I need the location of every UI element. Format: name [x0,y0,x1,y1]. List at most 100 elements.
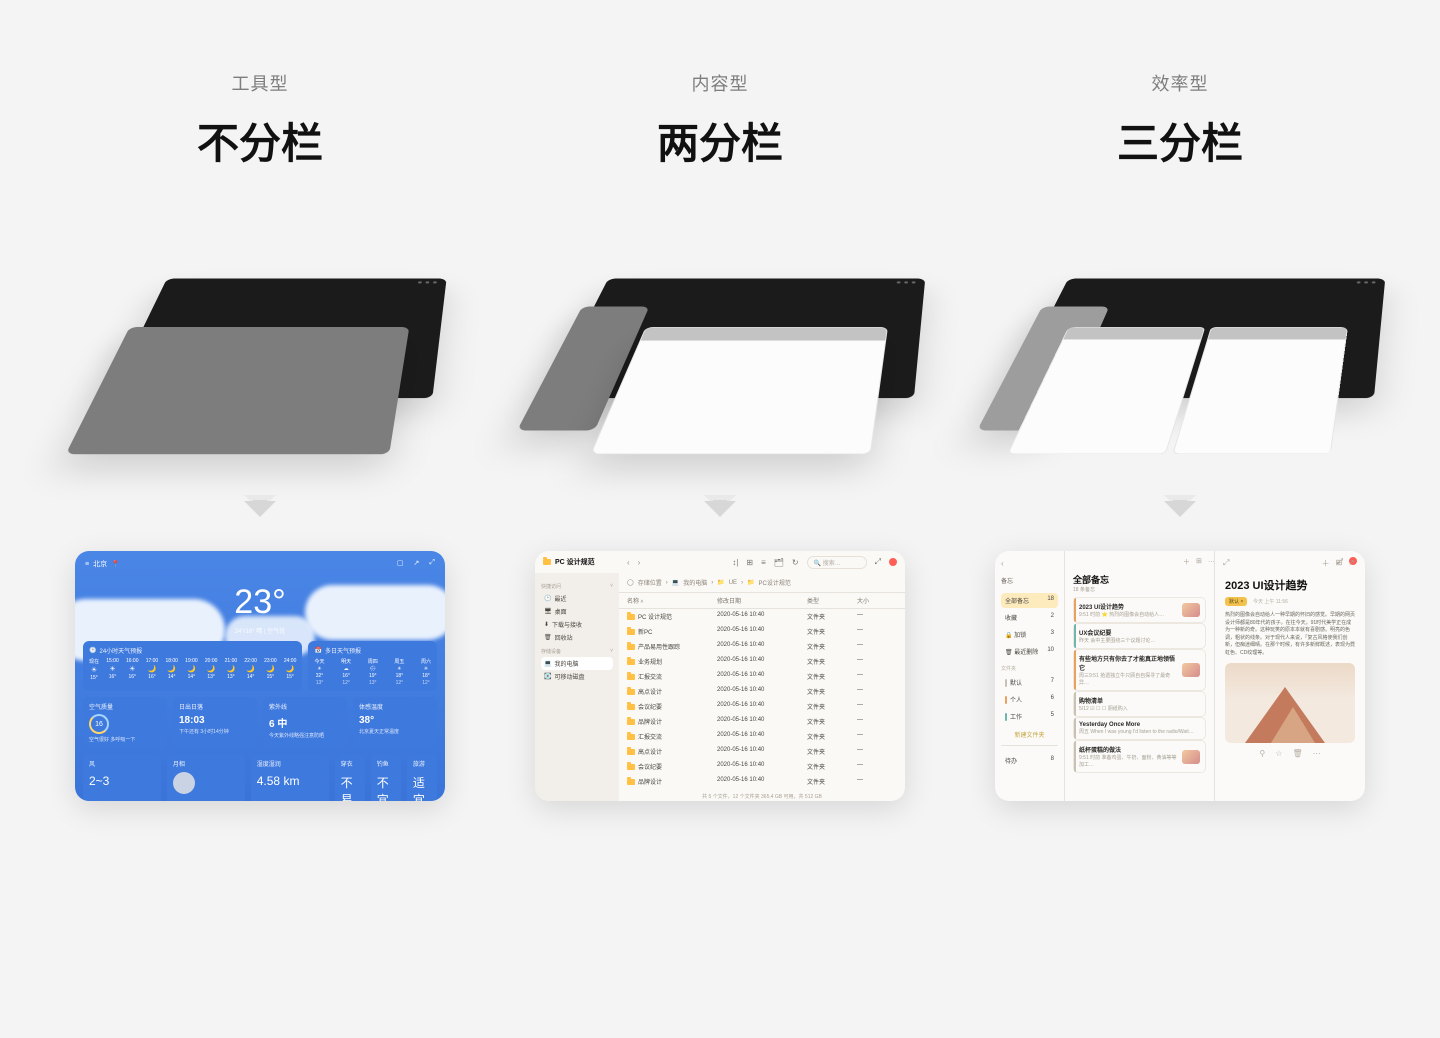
list-view-icon[interactable]: ≡ [761,558,766,567]
example-files: PC 设计规范 ‹ › ↕| ⊞ ≡ 🗂 ↻ 🔍 搜索… ⤢ [535,551,905,801]
hourly-item: 21:00🌙13° [225,658,238,681]
hourly-item: 24:00🌙15° [284,658,297,681]
files-titlebar: PC 设计规范 ‹ › ↕| ⊞ ≡ 🗂 ↻ 🔍 搜索… ⤢ [535,551,905,573]
nav-back[interactable]: ‹ [627,558,630,567]
note-card[interactable]: 2023 UI设计趋势9:51 时前 ⭐ 热烈的图像会自动给人… [1073,597,1206,623]
star-icon[interactable]: ☆ [1275,749,1282,758]
list-count: 18 条备忘 [1073,586,1206,593]
notes-list: ＋ ⊞ … 全部备忘 18 条备忘 2023 UI设计趋势9:51 时前 ⭐ 热… [1065,551,1215,801]
weather-card: 月相 [167,754,245,801]
table-row[interactable]: 品牌设计 2020-05-16 10:40文件夹— [619,774,905,789]
table-row[interactable]: 会议纪要 2020-05-16 10:40文件夹— [619,759,905,774]
column-efficiency: 效率型 三分栏 ⤢ ‹ 备忘 全部备忘18收藏2🔒 加锁 [970,70,1390,801]
sidebar-item[interactable]: 💻我的电脑 [541,657,613,670]
table-row[interactable]: 产品易用性跟踪 2020-05-16 10:40文件夹— [619,639,905,654]
sidebar-item[interactable]: 🗑 最近删除10 [1001,644,1058,659]
daily-item: 周五☀18°12° [394,658,404,686]
daily-item: 明天☁16°12° [341,658,351,686]
table-row[interactable]: PC 设计规范 2020-05-16 10:40文件夹— [619,609,905,624]
note-body: 热烈的图像会自动给人一种早期的怀旧的感觉。早期的网页设计师都是80年代的孩子。在… [1225,612,1355,657]
table-row[interactable]: 高点设计 2020-05-16 10:40文件夹— [619,684,905,699]
daily-item: 今天☀32°13° [314,658,324,686]
hourly-item: 23:00🌙15° [264,658,277,681]
max-icon[interactable]: ↗ [414,559,420,569]
example-notes: ⤢ ‹ 备忘 全部备忘18收藏2🔒 加锁3🗑 最近删除10 文件夹 默认7个人6… [995,551,1365,801]
note-card[interactable]: 有些地方只有你去了才能真正地领悟它周三9:51 拾遗独立牛只顾自自探寻了最奇异… [1073,649,1206,691]
grid-icon[interactable]: ⊞ [1196,557,1202,567]
note-tag[interactable]: 默认 × [1225,597,1247,606]
table-row[interactable]: 业务规划 2020-05-16 10:40文件夹— [619,654,905,669]
sidebar-item[interactable]: 🕑最近 [541,592,613,605]
title-tool: 不分栏 [197,110,323,171]
hourly-item: 19:00🌙14° [185,658,198,681]
refresh-icon[interactable]: ↻ [792,558,799,567]
weather-card: 旅游适宜 [407,754,437,801]
nav-forward[interactable]: › [638,558,641,567]
more-icon[interactable]: ⋯ [1313,749,1321,758]
trash-icon[interactable]: 🗑 [1292,749,1302,758]
location-label[interactable]: 北京 [93,559,107,569]
sidebar-folder[interactable]: 个人6 [1001,692,1058,707]
sidebar-folder[interactable]: 工作5 [1001,709,1058,724]
subtitle-tool: 工具型 [232,70,289,96]
temperature-sub: 24°/16° 晴 | 空气优 [75,626,445,635]
column-content: 内容型 两分栏 PC 设计规范 ‹ › [510,70,930,801]
expand-panel-icon[interactable]: ⤢ [1223,558,1229,568]
expand-icon[interactable]: ⤢ [875,557,881,567]
sidebar-item[interactable]: 全部备忘18 [1001,593,1058,608]
weather-card: 体感温度38°北京夏天正常温度 [353,697,437,748]
note-card[interactable]: 纸杯蛋糕的做法9:51 时前 准备鸡蛋、牛奶、面粉、黄油等等加工… [1073,740,1206,773]
diagram-two-split [550,241,890,471]
note-card[interactable]: 购物清单5/12 ☑ ☐ ☐ 厕纸购入 [1073,691,1206,717]
note-card[interactable]: UX会议纪要昨天 会中主要围绕三个议题讨论… [1073,623,1206,649]
sort-icon[interactable]: ↕| [732,558,738,567]
folder-icon [627,719,635,725]
table-row[interactable]: 会议纪要 2020-05-16 10:40文件夹— [619,699,905,714]
note-thumbnail [1182,663,1200,677]
add-icon[interactable]: ＋ [1322,558,1330,569]
min-icon[interactable]: ▢ [397,559,404,569]
table-row[interactable]: 汇报交流 2020-05-16 10:40文件夹— [619,729,905,744]
hourly-item: 22:00🌙14° [244,658,257,681]
add-note-button[interactable]: ＋ [1183,557,1190,567]
new-folder-button[interactable]: 新建文件夹 [1001,730,1058,739]
breadcrumb[interactable]: ◯存储位置› 💻我的电脑› 📁UE› 📁PC设计规范 [619,573,905,592]
table-header[interactable]: 名称 修改日期 类型 大小 [619,592,905,609]
table-row[interactable]: 新PC 2020-05-16 10:40文件夹— [619,624,905,639]
folder-icon [627,689,635,695]
sidebar-item[interactable]: ⬇下载与接收 [541,618,613,631]
close-icon[interactable] [889,558,897,566]
share-icon[interactable]: ↗ [1348,558,1355,569]
folder-icon [543,559,551,565]
tag-icon[interactable]: ⚲ [1259,749,1265,758]
files-sidebar: 快捷访问˅ 🕑最近🖥桌面⬇下载与接收🗑回收站 存储设备˅ 💻我的电脑💽可移动磁盘 [535,573,619,801]
note-meta: 今天 上午 11:56 [1253,599,1288,605]
layout-icon[interactable]: ⊞ [1336,558,1343,569]
title-content: 两分栏 [657,110,783,171]
sidebar-item[interactable]: 收藏2 [1001,610,1058,625]
search-input[interactable]: 🔍 搜索… [807,556,867,569]
status-bar: 共 5 个文件，12 个文件夹 365.4 GB 可用，共 512 GB [619,789,905,801]
sidebar-item[interactable]: 🔒 加锁3 [1001,627,1058,642]
list-title: 全部备忘 [1073,573,1206,586]
sidebar-item[interactable]: 💽可移动磁盘 [541,670,613,683]
folder-icon [627,674,635,680]
sidebar-folder[interactable]: 默认7 [1001,675,1058,690]
menu-icon[interactable]: ≡ [85,561,89,568]
close-icon[interactable]: ⤢ [429,559,435,569]
table-row[interactable]: 高点设计 2020-05-16 10:40文件夹— [619,744,905,759]
group-icon[interactable]: 🗂 [774,558,784,567]
folder-icon [627,734,635,740]
sidebar-item[interactable]: 🖥桌面 [541,605,613,618]
back-icon[interactable]: ‹ [1001,559,1058,568]
note-card[interactable]: Yesterday Once More周五 When I was young I… [1073,717,1206,740]
sidebar-item-todo[interactable]: 待办8 [1001,753,1058,768]
daily-item: 周六☀18°12° [421,658,431,686]
table-row[interactable]: 品牌设计 2020-05-16 10:40文件夹— [619,714,905,729]
sidebar-item[interactable]: 🗑回收站 [541,631,613,644]
grid-view-icon[interactable]: ⊞ [746,558,753,567]
more-icon[interactable]: … [1208,557,1215,567]
folder-icon [627,764,635,770]
daily-forecast: 📅多日天气预报 今天☀32°13°明天☁16°12°周四🌧19°13°周五☀18… [308,641,437,691]
table-row[interactable]: 汇报交流 2020-05-16 10:40文件夹— [619,669,905,684]
